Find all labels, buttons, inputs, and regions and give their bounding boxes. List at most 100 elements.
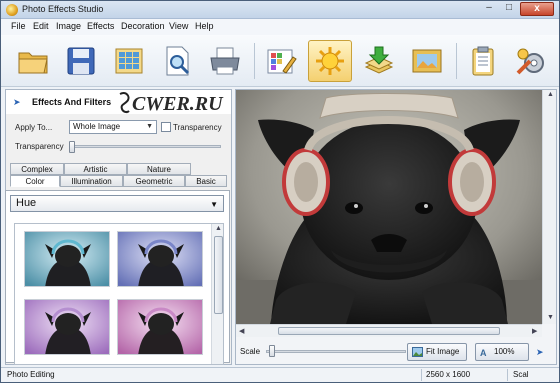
status-scale: Scal	[513, 370, 529, 379]
toolbar-separator	[254, 43, 255, 79]
minimize-button[interactable]: –	[480, 2, 498, 16]
zoom-icon: A	[480, 348, 487, 357]
chevron-down-icon: ▼	[210, 200, 218, 209]
frame-button[interactable]	[405, 40, 449, 82]
scroll-up-icon[interactable]: ▲	[547, 91, 554, 98]
print-button[interactable]	[203, 40, 247, 82]
chevron-down-icon: ▼	[146, 123, 153, 130]
transparency-slider-track[interactable]	[69, 145, 221, 148]
save-floppy-icon	[67, 47, 95, 75]
tab-illumination[interactable]: Illumination	[60, 175, 123, 187]
scale-label: Scale	[240, 347, 261, 356]
settings-button[interactable]	[509, 40, 553, 82]
scroll-left-icon[interactable]: ◀	[239, 327, 244, 335]
tab-nature[interactable]: Nature	[127, 163, 191, 175]
photo-image	[236, 90, 542, 324]
watermark-logo: CWER.RU	[119, 92, 224, 115]
apply-to-value: Whole Image	[73, 122, 121, 131]
status-dimensions: 2560 x 1600	[426, 370, 471, 379]
search-document-icon	[166, 46, 190, 76]
transparency-checkbox[interactable]	[161, 122, 171, 132]
scroll-up-icon[interactable]: ▲	[215, 225, 222, 232]
status-divider	[421, 369, 422, 381]
tools-gear-icon	[516, 48, 544, 75]
effect-select[interactable]: Hue ▼	[10, 195, 224, 212]
fit-image-icon	[412, 347, 423, 357]
apply-to-label: Apply To...	[15, 123, 53, 132]
transparency-label: Transparency	[15, 142, 64, 151]
menu-image[interactable]: Image	[56, 21, 81, 31]
menu-bar: File Edit Image Effects Decoration View …	[1, 19, 559, 35]
color-palette-edit-icon	[267, 49, 297, 74]
effect-thumbnail[interactable]	[24, 231, 110, 287]
scale-slider-thumb[interactable]	[269, 345, 275, 357]
menu-decoration[interactable]: Decoration	[121, 21, 165, 31]
svg-text:A: A	[480, 348, 487, 357]
effects-button[interactable]	[308, 40, 352, 82]
open-folder-icon	[18, 52, 48, 74]
image-vertical-scrollbar[interactable]: ▲ ▼	[542, 90, 556, 324]
thumbnails-scrollbar[interactable]: ▲	[211, 224, 223, 364]
zoom-label: 100%	[494, 347, 515, 356]
menu-file[interactable]: File	[11, 21, 26, 31]
photo-canvas[interactable]	[236, 90, 542, 324]
status-bar: Photo Editing 2560 x 1600 Scal	[1, 367, 559, 382]
title-bar[interactable]: Photo Effects Studio – □ x	[1, 1, 559, 19]
window-title: Photo Effects Studio	[22, 4, 104, 14]
picture-frame-icon	[412, 49, 442, 73]
tab-color[interactable]: Color	[10, 175, 60, 187]
thumbnail-image	[25, 232, 109, 286]
scale-bar: Scale Fit Image A 100% ➤	[236, 339, 556, 363]
menu-view[interactable]: View	[169, 21, 188, 31]
fit-image-label: Fit Image	[426, 347, 460, 356]
open-button[interactable]	[11, 40, 55, 82]
fit-image-button[interactable]: Fit Image	[407, 343, 467, 361]
scrollbar-thumb[interactable]	[278, 327, 500, 335]
zoom-100-button[interactable]: A 100%	[475, 343, 529, 361]
scrollbar-thumb[interactable]	[214, 236, 223, 314]
apply-to-select[interactable]: Whole Image ▼	[69, 120, 157, 134]
app-logo-icon	[6, 4, 18, 16]
effect-thumbnail[interactable]	[117, 299, 203, 355]
status-mode: Photo Editing	[7, 370, 55, 379]
close-button[interactable]: x	[520, 2, 554, 16]
scale-slider-track[interactable]	[266, 350, 406, 353]
maximize-button[interactable]: □	[500, 2, 518, 16]
effect-thumbnails: ▲	[14, 223, 224, 365]
transparency-check-label: Transparency	[173, 123, 222, 132]
thumbnail-image	[25, 300, 109, 354]
status-divider	[507, 369, 508, 381]
printer-icon	[210, 47, 240, 75]
tab-complex[interactable]: Complex	[10, 163, 64, 175]
scroll-down-icon[interactable]: ▼	[547, 314, 554, 321]
transparency-slider-thumb[interactable]	[69, 141, 75, 153]
sun-effects-icon	[316, 47, 344, 75]
thumbnail-image	[118, 300, 202, 354]
menu-effects[interactable]: Effects	[87, 21, 114, 31]
tab-basic[interactable]: Basic	[185, 175, 227, 187]
thumbnail-image	[118, 232, 202, 286]
menu-help[interactable]: Help	[195, 21, 214, 31]
clipboard-button[interactable]	[461, 40, 505, 82]
layers-button[interactable]	[357, 40, 401, 82]
effect-thumbnail[interactable]	[117, 231, 203, 287]
adjust-colors-button[interactable]	[259, 40, 303, 82]
scroll-right-icon[interactable]: ▶	[532, 327, 537, 335]
svg-text:CWER.RU: CWER.RU	[132, 93, 224, 115]
image-horizontal-scrollbar[interactable]: ◀ ▶	[236, 324, 542, 337]
toolbar-separator	[456, 43, 457, 79]
tab-geometric[interactable]: Geometric	[123, 175, 185, 187]
pin-icon[interactable]: ➤	[536, 347, 544, 358]
panel-title: Effects And Filters	[32, 97, 112, 107]
clipboard-icon	[472, 46, 494, 76]
save-button[interactable]	[59, 40, 103, 82]
tab-artistic[interactable]: Artistic	[64, 163, 127, 175]
menu-edit[interactable]: Edit	[33, 21, 49, 31]
download-layers-icon	[364, 46, 394, 74]
effect-select-value: Hue	[16, 197, 37, 209]
effect-thumbnail[interactable]	[24, 299, 110, 355]
app-window: Photo Effects Studio – □ x File Edit Ima…	[0, 0, 560, 383]
pin-icon[interactable]: ➤	[13, 98, 21, 107]
gallery-button[interactable]	[107, 40, 151, 82]
preview-button[interactable]	[155, 40, 199, 82]
